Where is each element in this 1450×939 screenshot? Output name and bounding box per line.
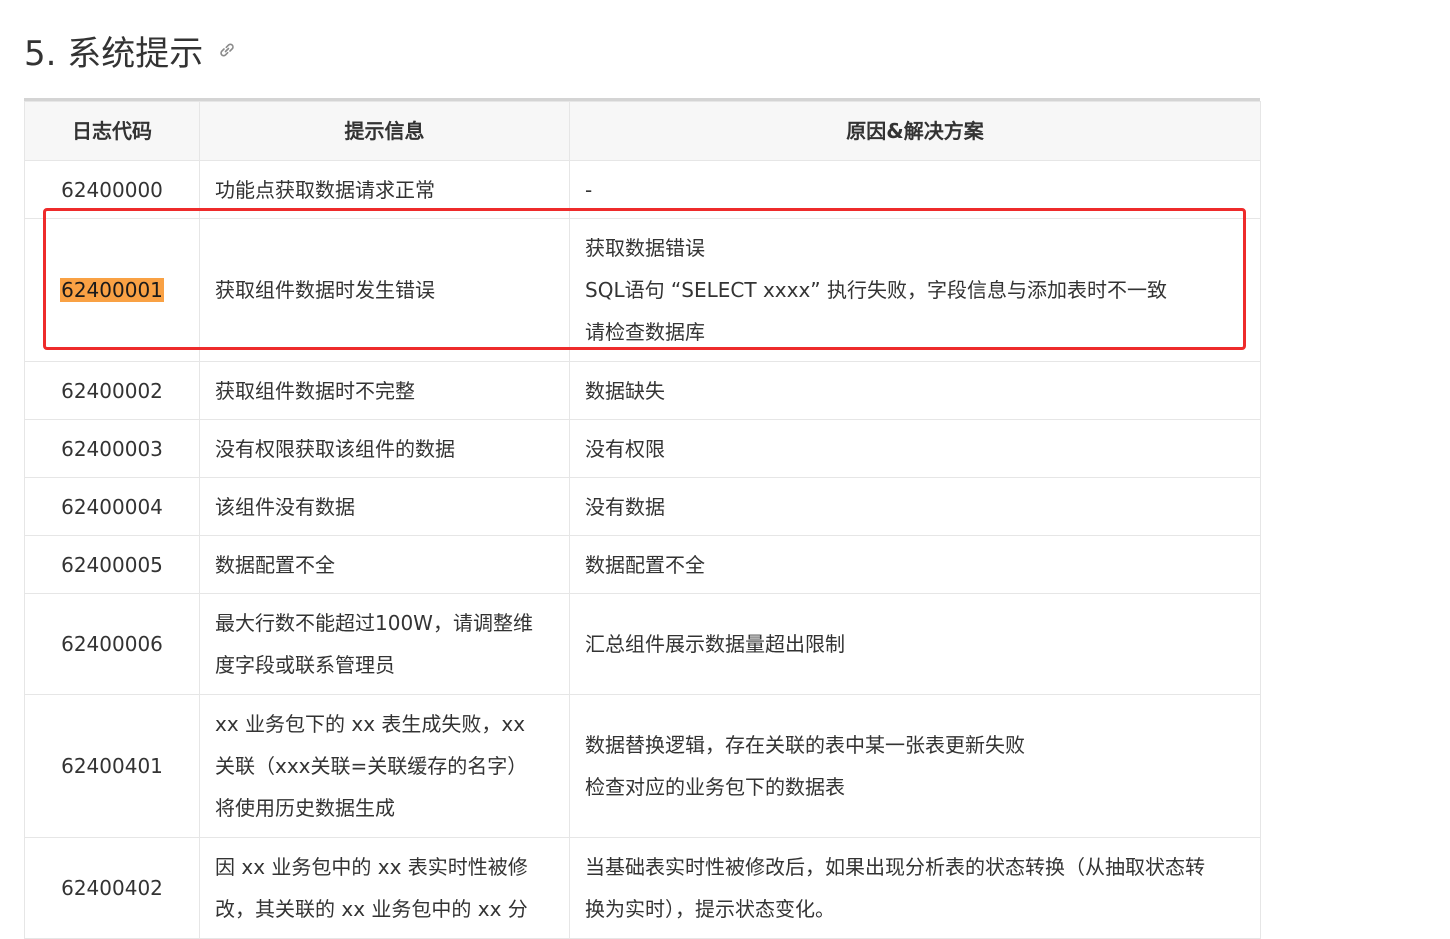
table-row: 62400002 获取组件数据时不完整 数据缺失	[24, 361, 1261, 420]
header-message: 提示信息	[199, 101, 570, 161]
message-cell: 数据配置不全	[199, 535, 570, 594]
message-line: xx 业务包下的 xx 表生成失败，xx	[215, 712, 526, 736]
table-row: 62400001 获取组件数据时发生错误 获取数据错误 SQL语句 “SELECT x…	[24, 218, 1261, 362]
log-code-cell: 62400401	[24, 694, 200, 838]
solution-line: 数据替换逻辑，存在关联的表中某一张表更新失败	[585, 733, 1025, 757]
table-row: 62400000 功能点获取数据请求正常 -	[24, 160, 1261, 219]
message-line: 因 xx 业务包中的 xx 表实时性被修	[215, 855, 528, 879]
log-code-cell: 62400001	[24, 218, 200, 362]
log-code-cell: 62400004	[24, 477, 200, 536]
log-code: 62400001	[60, 278, 164, 302]
solution-cell: 汇总组件展示数据量超出限制	[569, 593, 1261, 695]
message-cell: 获取组件数据时发生错误	[199, 218, 570, 362]
log-code: 62400402	[61, 876, 163, 900]
message-line: 最大行数不能超过100W，请调整维	[215, 611, 533, 635]
link-icon[interactable]	[217, 40, 237, 60]
system-tips-table-wrapper: 日志代码 提示信息 原因&解决方案 62400000 功能点获取数据请求正常 -62…	[24, 98, 1261, 939]
solution-line: 获取数据错误	[585, 236, 705, 260]
table-row: 62400006 最大行数不能超过100W，请调整维 度字段或联系管理员 汇总组件展示…	[24, 593, 1261, 695]
log-code: 62400401	[61, 754, 163, 778]
solution-line: 换为实时），提示状态变化。	[585, 897, 835, 921]
log-code-cell: 62400402	[24, 837, 200, 939]
solution-cell: 获取数据错误 SQL语句 “SELECT xxxx” 执行失败，字段信息与添加表时…	[569, 218, 1261, 362]
header-log-code: 日志代码	[24, 101, 200, 161]
solution-line: 没有数据	[585, 494, 665, 519]
message-line: 该组件没有数据	[215, 494, 355, 519]
log-code: 62400000	[61, 177, 163, 202]
log-code-cell: 62400003	[24, 419, 200, 478]
log-code: 62400002	[61, 378, 163, 403]
solution-line: 检查对应的业务包下的数据表	[585, 775, 845, 799]
section-title: 5. 系统提示	[24, 33, 204, 74]
section-heading: 5. 系统提示	[24, 22, 237, 78]
message-cell: 该组件没有数据	[199, 477, 570, 536]
solution-cell: 数据配置不全	[569, 535, 1261, 594]
log-code: 62400004	[61, 494, 163, 519]
solution-cell: 没有数据	[569, 477, 1261, 536]
message-line: 获取组件数据时发生错误	[215, 278, 435, 302]
solution-cell: -	[569, 160, 1261, 219]
solution-line: 数据配置不全	[585, 552, 705, 577]
log-code-cell: 62400002	[24, 361, 200, 420]
solution-line: 请检查数据库	[585, 320, 705, 344]
message-cell: 功能点获取数据请求正常	[199, 160, 570, 219]
message-line: 将使用历史数据生成	[215, 796, 395, 820]
table-header-row: 日志代码 提示信息 原因&解决方案	[24, 101, 1261, 161]
log-code: 62400006	[61, 632, 163, 656]
solution-cell: 数据替换逻辑，存在关联的表中某一张表更新失败 检查对应的业务包下的数据表	[569, 694, 1261, 838]
log-code: 62400005	[61, 552, 163, 577]
message-cell: 最大行数不能超过100W，请调整维 度字段或联系管理员	[199, 593, 570, 695]
solution-cell: 数据缺失	[569, 361, 1261, 420]
message-line: 关联（xxx关联=关联缓存的名字）	[215, 754, 528, 778]
message-line: 改，其关联的 xx 业务包中的 xx 分	[215, 897, 528, 921]
message-line: 数据配置不全	[215, 552, 335, 577]
message-line: 度字段或联系管理员	[215, 653, 395, 677]
solution-cell: 当基础表实时性被修改后，如果出现分析表的状态转换（从抽取状态转 换为实时），提示状…	[569, 837, 1261, 939]
log-code-cell: 62400000	[24, 160, 200, 219]
log-code: 62400003	[61, 436, 163, 461]
solution-cell: 没有权限	[569, 419, 1261, 478]
message-line: 功能点获取数据请求正常	[215, 177, 435, 202]
solution-line: 汇总组件展示数据量超出限制	[585, 632, 845, 656]
solution-line: 当基础表实时性被修改后，如果出现分析表的状态转换（从抽取状态转	[585, 855, 1205, 879]
message-cell: xx 业务包下的 xx 表生成失败，xx 关联（xxx关联=关联缓存的名字） 将使用…	[199, 694, 570, 838]
message-cell: 没有权限获取该组件的数据	[199, 419, 570, 478]
system-tips-table: 日志代码 提示信息 原因&解决方案 62400000 功能点获取数据请求正常 -62…	[24, 101, 1261, 939]
table-row: 62400004 该组件没有数据 没有数据	[24, 477, 1261, 536]
solution-line: SQL语句 “SELECT xxxx” 执行失败，字段信息与添加表时不一致	[585, 278, 1168, 302]
message-line: 获取组件数据时不完整	[215, 378, 415, 403]
message-line: 没有权限获取该组件的数据	[215, 436, 455, 461]
log-code-cell: 62400005	[24, 535, 200, 594]
table-row: 62400005 数据配置不全 数据配置不全	[24, 535, 1261, 594]
log-code-cell: 62400006	[24, 593, 200, 695]
table-row: 62400003 没有权限获取该组件的数据 没有权限	[24, 419, 1261, 478]
message-cell: 因 xx 业务包中的 xx 表实时性被修 改，其关联的 xx 业务包中的 xx 分	[199, 837, 570, 939]
solution-line: -	[585, 177, 593, 202]
table-row: 62400401 xx 业务包下的 xx 表生成失败，xx 关联（xxx关联=关联缓…	[24, 694, 1261, 838]
table-row: 62400402 因 xx 业务包中的 xx 表实时性被修 改，其关联的 xx 业务…	[24, 837, 1261, 939]
solution-line: 数据缺失	[585, 378, 665, 403]
message-cell: 获取组件数据时不完整	[199, 361, 570, 420]
solution-line: 没有权限	[585, 436, 665, 461]
header-solution: 原因&解决方案	[569, 101, 1261, 161]
